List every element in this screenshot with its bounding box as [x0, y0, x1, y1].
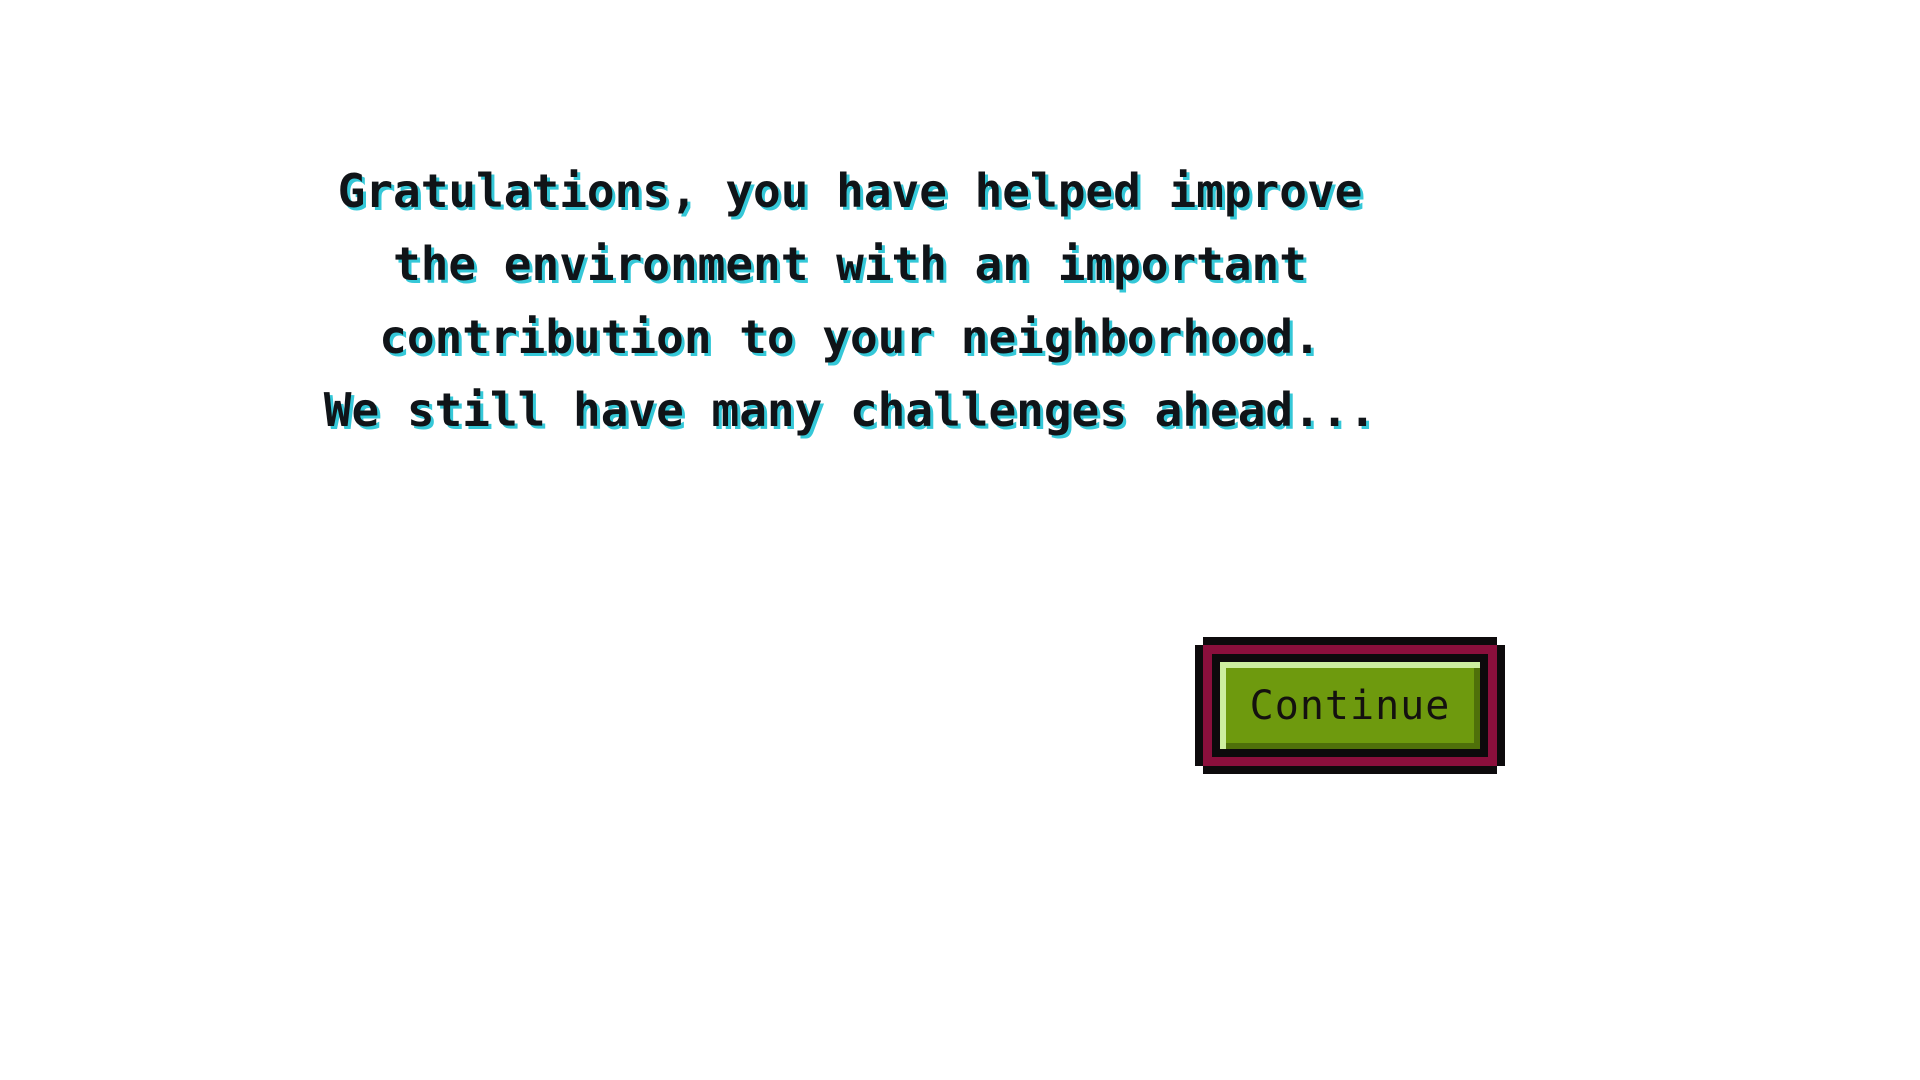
congratulations-message: Gratulations, you have helped improve th…	[300, 155, 1400, 447]
continue-button-label: Continue	[1249, 682, 1451, 729]
continue-button[interactable]: Continue	[1195, 637, 1505, 774]
message-line: contribution to your neighborhood.	[379, 310, 1321, 364]
game-screen: Gratulations, you have helped improve th…	[0, 0, 1920, 1080]
message-line: the environment with an important	[393, 237, 1307, 291]
message-line: Gratulations, you have helped improve	[337, 164, 1363, 218]
button-face[interactable]: Continue	[1220, 662, 1480, 749]
message-line: We still have many challenges ahead...	[323, 383, 1377, 437]
